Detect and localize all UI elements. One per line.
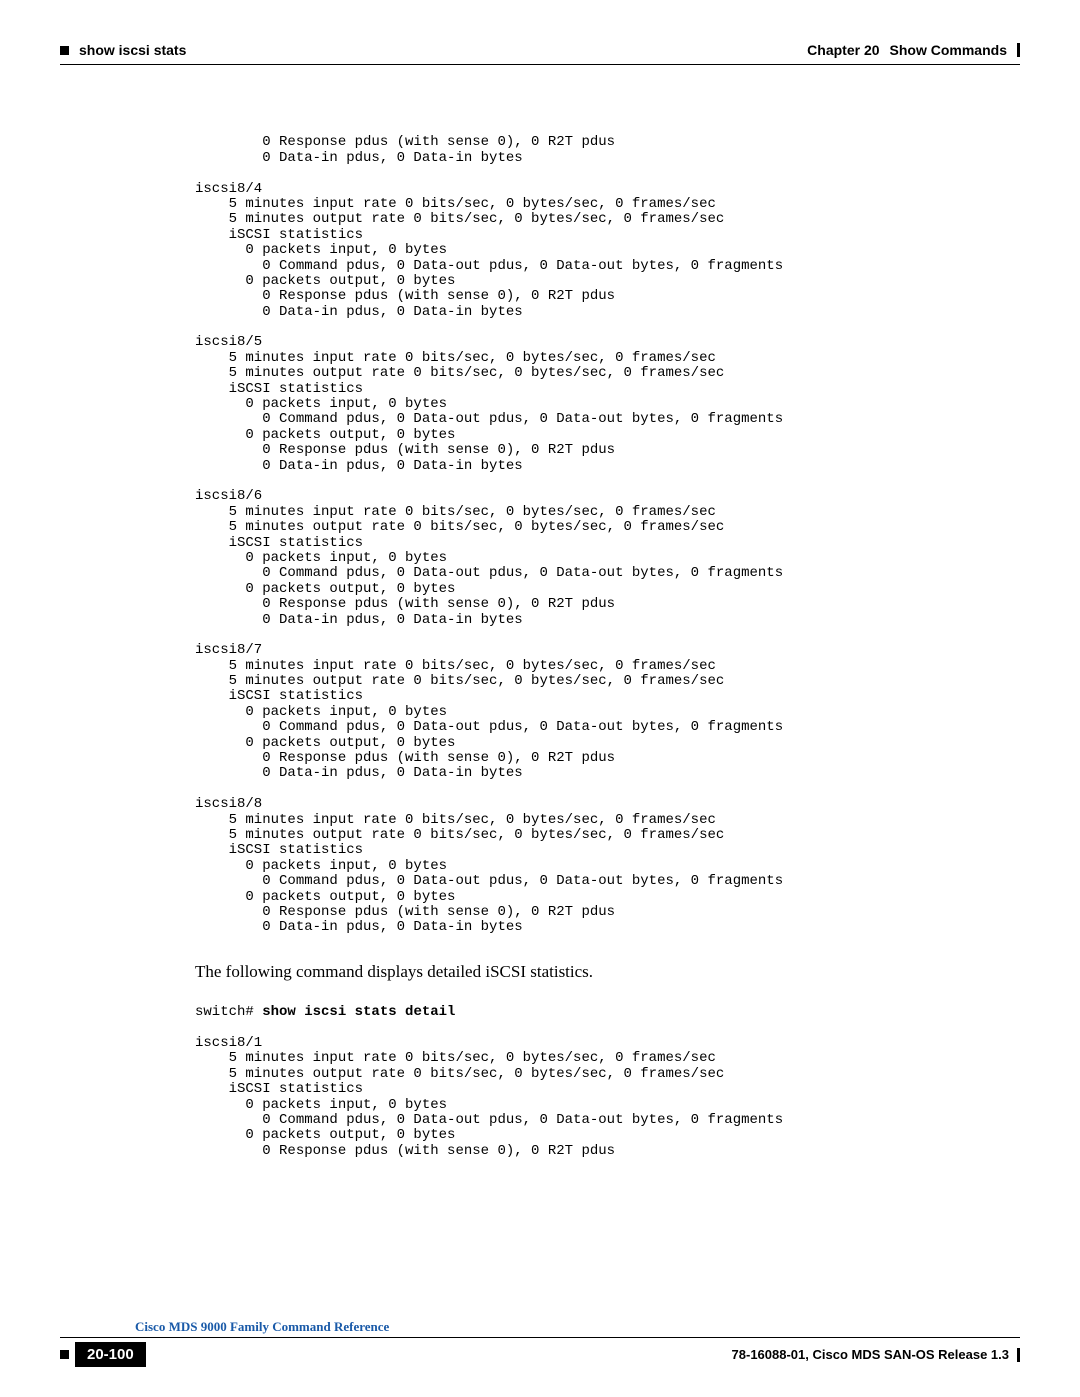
- footer-bar-icon: [1017, 1348, 1020, 1362]
- page-number-badge: 20-100: [75, 1342, 146, 1367]
- header-bar-icon: [1017, 43, 1020, 57]
- code-output-top: 0 Response pdus (with sense 0), 0 R2T pd…: [195, 135, 1020, 935]
- header-right: Chapter 20 Show Commands: [807, 42, 1020, 58]
- footer-doc-title: Cisco MDS 9000 Family Command Reference: [135, 1319, 389, 1335]
- chapter-title: Show Commands: [890, 42, 1007, 58]
- page-footer: Cisco MDS 9000 Family Command Reference …: [60, 1337, 1020, 1367]
- command-line: switch# show iscsi stats detail: [195, 1005, 1020, 1020]
- section-name: show iscsi stats: [79, 42, 186, 58]
- prompt-prefix: switch#: [195, 1004, 262, 1020]
- header-rule: [60, 64, 1020, 65]
- footer-left: 20-100: [60, 1342, 154, 1367]
- footer-doc-id: 78-16088-01, Cisco MDS SAN-OS Release 1.…: [732, 1347, 1009, 1362]
- page-content: 0 Response pdus (with sense 0), 0 R2T pd…: [195, 120, 1020, 1174]
- footer-rule: [60, 1337, 1020, 1338]
- header-left: show iscsi stats: [60, 42, 186, 58]
- body-paragraph: The following command displays detailed …: [195, 963, 1020, 982]
- chapter-number: Chapter 20: [807, 42, 879, 58]
- footer-right: 78-16088-01, Cisco MDS SAN-OS Release 1.…: [732, 1347, 1020, 1362]
- square-bullet-icon: [60, 1350, 69, 1359]
- page-header: show iscsi stats Chapter 20 Show Command…: [60, 42, 1020, 64]
- command-text: show iscsi stats detail: [262, 1004, 455, 1020]
- code-output-bottom: iscsi8/1 5 minutes input rate 0 bits/sec…: [195, 1036, 1020, 1159]
- square-bullet-icon: [60, 46, 69, 55]
